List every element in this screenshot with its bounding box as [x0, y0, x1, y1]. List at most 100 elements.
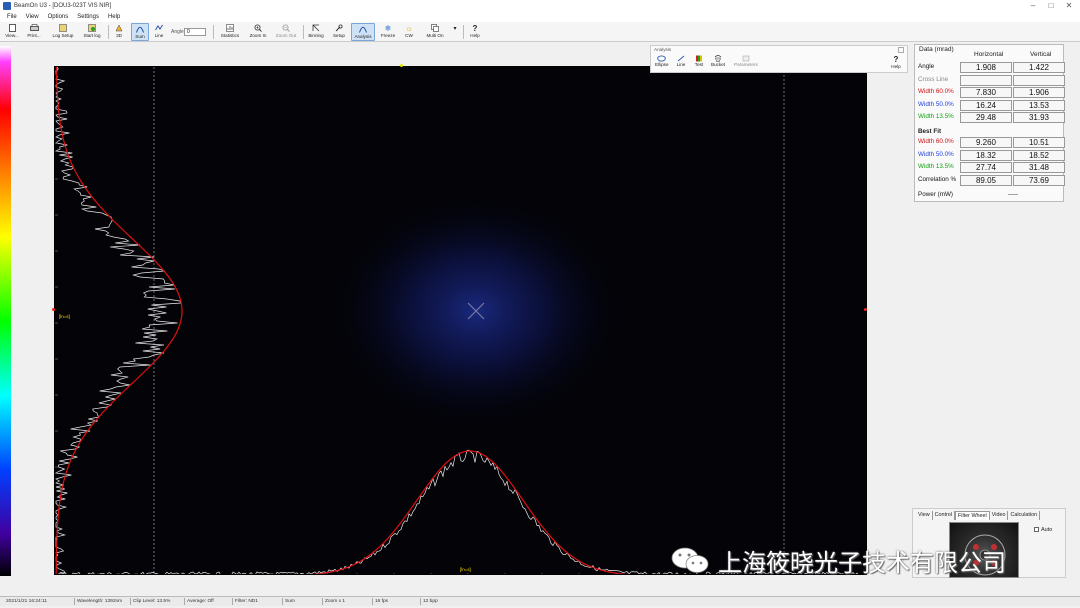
view-button[interactable]: View...	[4, 23, 20, 41]
vertical-profile	[55, 67, 182, 574]
vertical-column-header: Vertical	[1030, 51, 1052, 58]
right-marker	[864, 308, 867, 311]
bucket-icon	[713, 54, 723, 62]
status-bpp: 12 bpp	[420, 598, 438, 605]
best-fit-vertical-value: 10.51	[1013, 137, 1065, 148]
plot-svg	[55, 67, 859, 574]
menu-bar: File View Options Settings Help	[0, 12, 1080, 22]
measurement-label: Cross Line	[918, 75, 949, 83]
traffic-light-icon	[694, 54, 704, 62]
cw-button[interactable]: ☼ CW	[402, 23, 416, 41]
measurement-horizontal-value	[960, 74, 1012, 86]
status-zoom: Zoom x 1	[322, 598, 345, 605]
binning-icon	[311, 24, 321, 32]
toolbar-separator	[213, 25, 214, 39]
ellipse-icon	[657, 54, 667, 62]
status-average: Average: Off	[184, 598, 214, 605]
measurement-horizontal-value: 29.48	[960, 112, 1012, 123]
multi-dropdown-button[interactable]: ▾	[451, 23, 459, 41]
line-icon	[154, 24, 164, 32]
close-button[interactable]: ✕	[1060, 0, 1078, 12]
maximize-button[interactable]: □	[1042, 0, 1060, 12]
vertical-fit-curve	[55, 67, 183, 574]
menu-help[interactable]: Help	[108, 12, 120, 22]
horizontal-profile-label: [ln=s]	[460, 567, 471, 572]
freeze-button[interactable]: ❄ Freeze	[379, 23, 397, 41]
help-button[interactable]: ? Help	[467, 23, 483, 41]
watermark: 上海筱晓光子技术有限公司	[670, 540, 1050, 580]
tab-calculation[interactable]: Calculation	[1008, 511, 1041, 520]
status-fps: 16 fps	[372, 598, 388, 605]
sum-button[interactable]: Sum	[131, 23, 149, 41]
menu-view[interactable]: View	[26, 12, 39, 22]
menu-settings[interactable]: Settings	[77, 12, 99, 22]
log-setup-button[interactable]: Log Setup	[50, 23, 76, 41]
test-button[interactable]: Test	[694, 54, 704, 67]
ellipse-button[interactable]: Ellipse	[655, 54, 669, 67]
log-setup-icon	[58, 24, 68, 32]
parameters-button[interactable]: Parameters	[734, 54, 758, 67]
best-fit-vertical-value: 73.69	[1013, 174, 1065, 186]
document-icon	[7, 24, 17, 32]
left-marker	[52, 308, 55, 311]
zoom-in-button[interactable]: Zoom In	[247, 23, 269, 41]
panel-tabs: View Control Filter Wheel Video Calculat…	[916, 511, 1041, 520]
best-fit-horizontal-value: 27.74	[960, 162, 1012, 173]
top-marker	[400, 64, 403, 67]
toolbar-separator	[108, 25, 109, 39]
measurement-label: Width 50.0%	[918, 100, 954, 108]
help-icon: ?	[893, 55, 899, 64]
sum-icon	[135, 25, 145, 33]
panel-close-button[interactable]	[898, 47, 904, 53]
tab-filter-wheel[interactable]: Filter Wheel	[954, 511, 990, 520]
print-button[interactable]: Print...	[24, 23, 44, 41]
power-label: Power (mW)	[918, 191, 953, 198]
best-fit-label: Correlation %	[918, 175, 957, 183]
bucket-button[interactable]: Bucket	[711, 54, 725, 67]
start-log-button[interactable]: Start log	[80, 23, 104, 41]
beam-profile-plot[interactable]: [ln=s] [ln=s]	[54, 66, 867, 575]
3d-button[interactable]: 3D	[113, 23, 125, 41]
best-fit-horizontal-value: 18.32	[960, 149, 1012, 161]
zoom-out-icon	[281, 24, 291, 32]
data-table: Data (mrad) Horizontal Vertical Angle 1.9…	[914, 44, 1065, 202]
status-mode: Sum	[282, 598, 295, 605]
angle-input[interactable]: 0	[184, 28, 206, 36]
minimize-button[interactable]: –	[1024, 0, 1042, 12]
line-button[interactable]: Line	[152, 23, 166, 41]
best-fit-label: Width 60.0%	[918, 138, 954, 145]
menu-file[interactable]: File	[7, 12, 17, 22]
start-log-icon	[87, 24, 97, 32]
best-fit-vertical-value: 18.52	[1013, 149, 1065, 161]
sun-icon: ☼	[405, 23, 413, 33]
best-fit-label: Width 50.0%	[918, 150, 954, 158]
setup-button[interactable]: Setup	[330, 23, 348, 41]
measurement-vertical-value	[1013, 74, 1065, 86]
statistics-button[interactable]: Statistics	[218, 23, 242, 41]
side-help-button[interactable]: ? Help	[887, 55, 905, 69]
analysis-icon	[358, 25, 368, 33]
wrench-icon	[334, 24, 344, 32]
vertical-profile-trace	[55, 67, 182, 574]
status-filter: Filter: ND1	[232, 598, 258, 605]
status-wavelength: Wavelength: 1392nm	[74, 598, 122, 605]
beamon-app: BeamOn U3 - [DOU3-023T VIS NIR] – □ ✕ Fi…	[0, 0, 1080, 608]
auto-checkbox[interactable]: Auto	[1034, 527, 1052, 533]
tab-control[interactable]: Control	[933, 511, 955, 520]
line-analysis-button[interactable]: Line	[676, 54, 686, 67]
help-icon: ?	[472, 23, 478, 33]
title-bar: BeamOn U3 - [DOU3-023T VIS NIR] – □ ✕	[0, 0, 1080, 12]
window-title: BeamOn U3 - [DOU3-023T VIS NIR]	[14, 3, 112, 9]
horizontal-column-header: Horizontal	[974, 51, 1004, 58]
menu-options[interactable]: Options	[48, 12, 69, 22]
analysis-button[interactable]: Analysis	[351, 23, 375, 41]
multi-on-button[interactable]: Multi On	[423, 23, 447, 41]
vertical-profile-label: [ln=s]	[59, 314, 70, 319]
binning-button[interactable]: Binning	[306, 23, 326, 41]
zoom-out-button[interactable]: Zoom Out	[273, 23, 299, 41]
status-bar: 2021/1/21 16:24:11 Wavelength: 1392nm Cl…	[0, 596, 1080, 606]
tab-view[interactable]: View	[916, 511, 933, 520]
measurement-horizontal-value: 7.830	[960, 87, 1012, 98]
toolbar: View... Print... Log Setup Start log 3D …	[0, 22, 1080, 42]
tab-video[interactable]: Video	[990, 511, 1009, 520]
